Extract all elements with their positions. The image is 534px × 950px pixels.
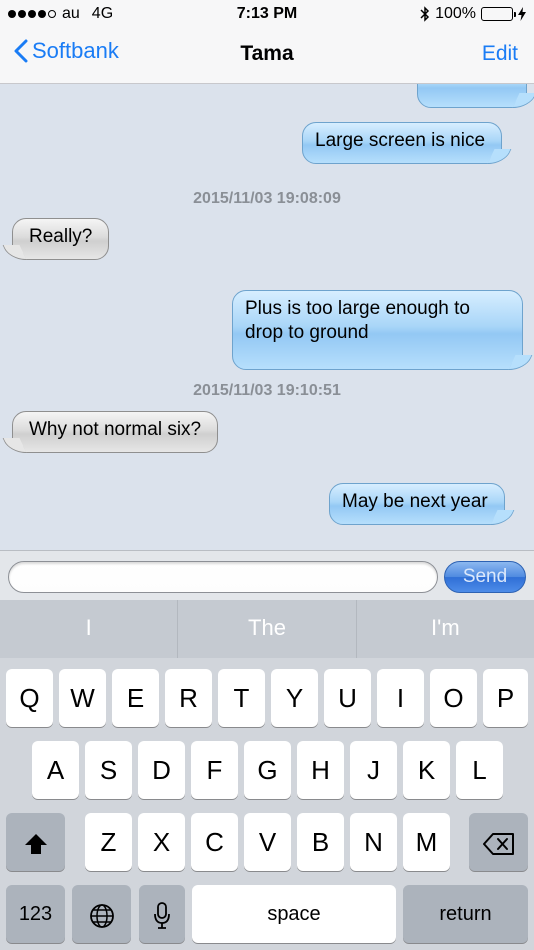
globe-icon — [89, 904, 114, 929]
key-n[interactable]: N — [350, 813, 397, 871]
message-timestamp: 2015/11/03 19:08:09 — [193, 190, 341, 207]
predictive-text-bar: I The I'm — [0, 600, 534, 658]
key-g[interactable]: G — [244, 741, 291, 799]
key-c[interactable]: C — [191, 813, 238, 871]
key-p[interactable]: P — [483, 669, 528, 727]
key-z[interactable]: Z — [85, 813, 132, 871]
prediction-1[interactable]: I — [0, 600, 179, 658]
status-right: 100% — [420, 5, 526, 23]
key-a[interactable]: A — [32, 741, 79, 799]
key-v[interactable]: V — [244, 813, 291, 871]
message-bubble-partial[interactable] — [417, 84, 527, 108]
message-bubble-incoming[interactable]: Really? — [12, 218, 110, 260]
battery-icon — [481, 7, 516, 21]
message-text: Plus is too large enough to drop to grou… — [245, 298, 470, 343]
key-s[interactable]: S — [85, 741, 132, 799]
message-bubble-incoming[interactable]: Why not normal six? — [12, 411, 219, 453]
edit-button[interactable]: Edit — [482, 42, 518, 66]
battery-percent: 100% — [435, 5, 476, 22]
message-bubble-outgoing[interactable]: Plus is too large enough to drop to grou… — [232, 290, 523, 370]
prediction-2[interactable]: The — [178, 600, 357, 658]
message-text: Large screen is nice — [315, 130, 486, 151]
message-text: May be next year — [342, 491, 488, 512]
conversation-title: Tama — [240, 42, 294, 65]
globe-key[interactable] — [72, 885, 131, 943]
key-e[interactable]: E — [112, 669, 159, 727]
compose-bar: Send — [0, 550, 534, 600]
delete-key[interactable] — [469, 813, 528, 871]
key-f[interactable]: F — [191, 741, 238, 799]
bluetooth-icon — [420, 6, 430, 22]
return-key[interactable]: return — [403, 885, 528, 943]
key-h[interactable]: H — [297, 741, 344, 799]
numbers-key[interactable]: 123 — [6, 885, 65, 943]
key-r[interactable]: R — [165, 669, 212, 727]
key-l[interactable]: L — [456, 741, 503, 799]
key-k[interactable]: K — [403, 741, 450, 799]
keyboard: Q W E R T Y U I O P A S D F G H J K L Z … — [0, 658, 534, 950]
key-y[interactable]: Y — [271, 669, 318, 727]
charging-icon — [518, 7, 526, 21]
shift-key[interactable] — [6, 813, 65, 871]
key-q[interactable]: Q — [6, 669, 53, 727]
message-text: Why not normal six? — [29, 419, 202, 440]
prediction-3[interactable]: I'm — [357, 600, 534, 658]
message-text: Really? — [29, 226, 93, 247]
dictation-key[interactable] — [139, 885, 185, 943]
key-x[interactable]: X — [138, 813, 185, 871]
microphone-icon — [154, 902, 170, 930]
message-timestamp: 2015/11/03 19:10:51 — [193, 382, 341, 399]
message-list[interactable]: Large screen is nice 2015/11/03 19:08:09… — [0, 84, 534, 550]
key-m[interactable]: M — [403, 813, 450, 871]
key-o[interactable]: O — [430, 669, 477, 727]
shift-icon — [24, 834, 47, 855]
key-b[interactable]: B — [297, 813, 344, 871]
key-t[interactable]: T — [218, 669, 265, 727]
key-j[interactable]: J — [350, 741, 397, 799]
send-button[interactable]: Send — [444, 561, 526, 593]
key-w[interactable]: W — [59, 669, 106, 727]
key-i[interactable]: I — [377, 669, 424, 727]
navigation-bar: Softbank Tama Edit — [0, 28, 534, 84]
message-bubble-outgoing[interactable]: Large screen is nice — [302, 122, 503, 164]
status-bar: au 4G 7:13 PM 100% — [0, 0, 534, 28]
key-u[interactable]: U — [324, 669, 371, 727]
key-d[interactable]: D — [138, 741, 185, 799]
message-bubble-outgoing[interactable]: May be next year — [329, 483, 505, 525]
space-key[interactable]: space — [192, 885, 396, 943]
message-input[interactable] — [8, 561, 438, 593]
backspace-icon — [482, 833, 514, 856]
